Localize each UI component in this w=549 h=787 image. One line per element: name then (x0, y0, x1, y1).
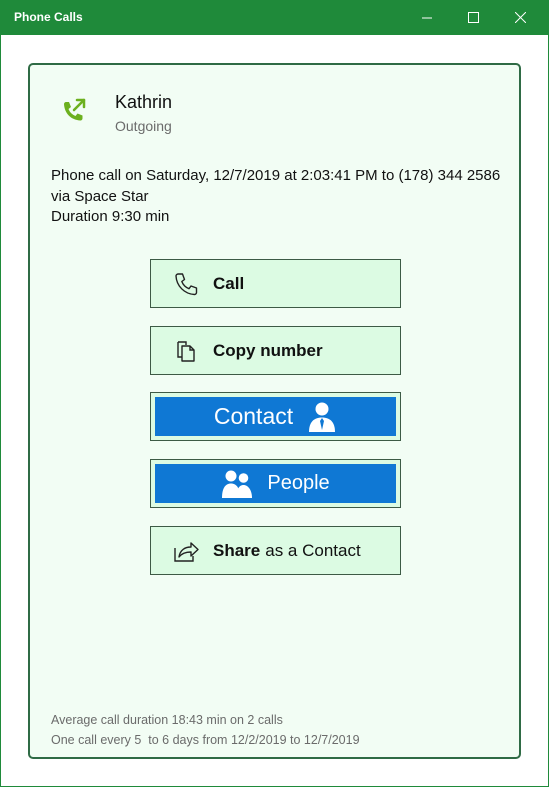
call-direction: Outgoing (115, 118, 172, 134)
close-button[interactable] (497, 0, 543, 35)
phone-outgoing-icon (64, 98, 86, 121)
copy-icon (177, 340, 195, 362)
call-details: Phone call on Saturday, 12/7/2019 at 2:0… (51, 166, 501, 228)
call-button-label: Call (213, 273, 245, 293)
share-icon (174, 541, 199, 562)
contact-person-icon (309, 402, 336, 432)
call-statistics: Average call duration 18:43 min on 2 cal… (51, 710, 501, 750)
contact-name: Kathrin (115, 92, 173, 112)
call-description: Phone call on Saturday, 12/7/2019 at 2:0… (51, 167, 501, 205)
close-icon (514, 12, 526, 23)
maximize-icon (467, 12, 479, 23)
contact-button-label: Contact (213, 403, 294, 429)
call-duration: Duration 9:30 min (51, 208, 170, 225)
contact-button[interactable]: Contact (150, 392, 401, 441)
maximize-button[interactable] (450, 0, 496, 35)
people-button-label: People (267, 472, 330, 494)
people-button[interactable]: People (150, 459, 401, 508)
phone-icon (175, 272, 198, 295)
call-button[interactable]: Call (150, 259, 401, 308)
share-contact-button[interactable]: Share as a Contact (150, 526, 401, 575)
minimize-icon (421, 17, 432, 19)
title-bar[interactable]: Phone Calls (0, 0, 549, 35)
minimize-button[interactable] (404, 0, 450, 35)
call-frequency: One call every 5 to 6 days from 12/2/201… (51, 733, 360, 747)
copy-number-button[interactable]: Copy number (150, 326, 401, 375)
people-icon (222, 470, 253, 498)
window-title: Phone Calls (14, 10, 83, 24)
share-button-label-rest: as a Contact (265, 540, 361, 560)
copy-number-label: Copy number (213, 340, 323, 360)
share-button-label-bold: Share (213, 540, 261, 560)
average-call-duration: Average call duration 18:43 min on 2 cal… (51, 713, 283, 727)
